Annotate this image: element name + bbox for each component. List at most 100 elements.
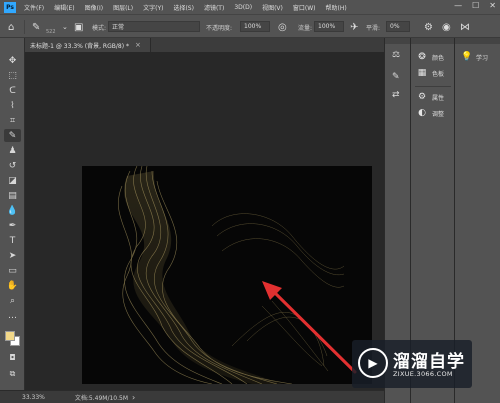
- brush-preset-icon[interactable]: ✎: [32, 15, 40, 39]
- quick-select-icon[interactable]: ⌇: [4, 99, 21, 112]
- pressure-size-icon[interactable]: ◉: [442, 15, 451, 39]
- chevron-down-icon[interactable]: ⌄: [62, 15, 68, 39]
- menu-layer[interactable]: 图层(L): [113, 3, 133, 12]
- menu-type[interactable]: 文字(Y): [143, 3, 163, 12]
- smooth-label: 平滑:: [366, 24, 381, 32]
- brush-settings-panel-icon[interactable]: ✎: [392, 72, 400, 82]
- swatches-grid-icon: ▦: [417, 68, 427, 78]
- history-panel-icon[interactable]: ⚖: [392, 50, 400, 60]
- eraser-icon[interactable]: ◪: [4, 174, 21, 187]
- menu-edit[interactable]: 编辑(E): [54, 3, 74, 12]
- zoom-level[interactable]: 33.33%: [22, 394, 45, 401]
- crop-icon[interactable]: ⌗: [4, 114, 21, 127]
- marquee-icon[interactable]: ⬚: [4, 69, 21, 82]
- menu-file[interactable]: 文件(F): [24, 3, 44, 12]
- document-tab[interactable]: 未标题-1 @ 33.3% (背景, RGB/8) * ×: [25, 38, 151, 52]
- history-brush-icon[interactable]: ↺: [4, 159, 21, 172]
- foreground-color-swatch[interactable]: [5, 331, 15, 341]
- divider: [24, 20, 25, 34]
- smoke-artwork: [118, 166, 345, 384]
- color-panel-label: 颜色: [432, 54, 445, 62]
- gear-icon[interactable]: ⚙: [424, 15, 433, 39]
- menu-window[interactable]: 窗口(W): [293, 3, 316, 12]
- close-button[interactable]: ✕: [489, 1, 496, 10]
- learn-panel-tab[interactable]: 💡 学习: [461, 52, 488, 62]
- more-icon[interactable]: …: [4, 309, 21, 322]
- type-icon[interactable]: T: [4, 234, 21, 247]
- play-logo-icon: ▶: [358, 348, 388, 378]
- properties-panel-label: 属性: [432, 94, 445, 102]
- workspace: [25, 52, 384, 390]
- flow-label: 流量:: [298, 24, 313, 32]
- gradient-icon[interactable]: ▤: [4, 189, 21, 202]
- adjust-panel-icon[interactable]: ⇄: [392, 90, 400, 100]
- document-canvas[interactable]: [82, 166, 372, 384]
- zoom-icon[interactable]: ⌕: [4, 294, 21, 307]
- move-icon[interactable]: ✥: [4, 54, 21, 67]
- adjustments-panel-label: 调整: [432, 110, 445, 118]
- tools-panel: ✥ ⬚ ᑕ ⌇ ⌗ ✎ ♟ ↺ ◪ ▤ 💧 ✒ T ➤ ▭ ✋ ⌕ … ◘ ⧉: [0, 38, 25, 390]
- learn-panel-label: 学习: [476, 54, 489, 62]
- smooth-input[interactable]: 0%: [386, 21, 410, 32]
- menu-filter[interactable]: 滤镜(T): [204, 3, 224, 12]
- menu-image[interactable]: 图像(I): [85, 3, 103, 12]
- adjustments-icon: ◐: [418, 108, 426, 118]
- stamp-icon[interactable]: ♟: [4, 144, 21, 157]
- screen-mode-icon[interactable]: ⧉: [4, 367, 21, 380]
- play-glyph: ▶: [368, 356, 378, 370]
- flow-input[interactable]: 100%: [314, 21, 344, 32]
- flow-value: 100%: [318, 23, 336, 30]
- menu-bar: Ps 文件(F) 编辑(E) 图像(I) 图层(L) 文字(Y) 选择(S) 滤…: [0, 0, 500, 14]
- smooth-value: 0%: [390, 23, 400, 30]
- watermark-url: ZIXUE.3066.COM: [393, 370, 453, 378]
- swatches-panel-label: 色板: [432, 70, 445, 78]
- menu-select[interactable]: 选择(S): [173, 3, 194, 12]
- blur-icon[interactable]: 💧: [4, 204, 21, 217]
- menu-3d[interactable]: 3D(D): [234, 4, 252, 11]
- watermark-title: 溜溜自学: [393, 352, 465, 372]
- color-palette-icon: ❂: [418, 52, 426, 62]
- adjustments-panel-tab[interactable]: ◐ 调整: [417, 108, 444, 118]
- window-controls: — ☐ ✕: [454, 1, 496, 10]
- opacity-value: 100%: [244, 23, 262, 30]
- opacity-input[interactable]: 100%: [240, 21, 270, 32]
- status-menu-arrow[interactable]: ›: [132, 393, 135, 402]
- properties-icon: ⚙: [417, 92, 427, 102]
- color-panel-tab[interactable]: ❂ 颜色: [417, 52, 444, 62]
- pressure-opacity-icon[interactable]: ◎: [278, 15, 287, 39]
- mode-select[interactable]: 正常: [108, 21, 200, 32]
- mode-label: 模式:: [92, 24, 107, 32]
- pen-icon[interactable]: ✒: [4, 219, 21, 232]
- minimize-button[interactable]: —: [454, 1, 462, 10]
- airbrush-icon[interactable]: ✈: [350, 15, 358, 39]
- path-select-icon[interactable]: ➤: [4, 249, 21, 262]
- document-tab-title: 未标题-1 @ 33.3% (背景, RGB/8) *: [30, 42, 129, 50]
- options-bar: ⌂ ✎ 522 ⌄ ▣ 模式: 正常 不透明度: 100% ◎ 流量: 100%…: [0, 14, 500, 38]
- rectangle-icon[interactable]: ▭: [4, 264, 21, 277]
- lightbulb-icon: 💡: [461, 52, 473, 62]
- properties-panel-tab[interactable]: ⚙ 属性: [417, 92, 444, 102]
- home-icon[interactable]: ⌂: [8, 15, 14, 39]
- maximize-button[interactable]: ☐: [472, 1, 479, 10]
- swatches-panel-tab[interactable]: ▦ 色板: [417, 68, 444, 78]
- panel-grip[interactable]: [385, 38, 410, 44]
- divider: [415, 86, 451, 87]
- brush-icon[interactable]: ✎: [4, 129, 21, 142]
- photoshop-logo: Ps: [4, 1, 16, 13]
- lasso-icon[interactable]: ᑕ: [4, 84, 21, 97]
- symmetry-icon[interactable]: ⋈: [460, 15, 470, 39]
- document-size: 文档:5.49M/10.5M: [74, 394, 129, 402]
- status-bar: 33.33% 文档:5.49M/10.5M ›: [0, 390, 384, 403]
- panel-grip[interactable]: [455, 38, 500, 44]
- menu-view[interactable]: 视图(V): [262, 3, 283, 12]
- mode-value: 正常: [112, 24, 125, 31]
- watermark-badge: ▶ 溜溜自学 ZIXUE.3066.COM: [352, 340, 472, 388]
- panel-grip[interactable]: [411, 38, 454, 44]
- document-tab-bar: 未标题-1 @ 33.3% (背景, RGB/8) * ×: [25, 38, 384, 52]
- menu-help[interactable]: 帮助(H): [326, 3, 347, 12]
- opacity-label: 不透明度:: [206, 24, 233, 32]
- quick-mask-icon[interactable]: ◘: [4, 351, 21, 364]
- hand-icon[interactable]: ✋: [4, 279, 21, 292]
- brush-settings-icon[interactable]: ▣: [74, 15, 83, 39]
- close-tab-icon[interactable]: ×: [135, 41, 141, 49]
